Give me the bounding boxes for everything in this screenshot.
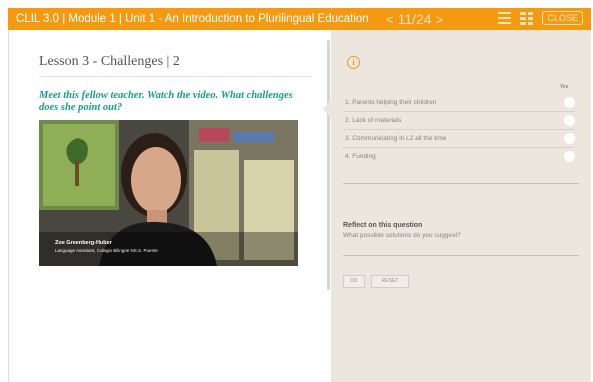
reflect-question: What possible solutions do you suggest? — [343, 232, 461, 239]
speaker-role: Language Assistant, Colegio Bilingüe NS.… — [55, 248, 158, 253]
activity-panel: i Yes 1. Parents helping their children … — [323, 30, 591, 382]
next-page-button[interactable]: > — [436, 12, 444, 27]
section-divider — [343, 183, 579, 184]
option-row: 4. Funding — [343, 148, 575, 165]
option-label: 2. Lack of materials — [345, 117, 402, 124]
app-frame: CLIL 3.0 | Module 1 | Unit 1 - An Introd… — [0, 0, 593, 382]
answer-input[interactable] — [343, 255, 579, 256]
ok-button[interactable]: OK — [343, 275, 365, 288]
menu-icon[interactable] — [498, 12, 512, 24]
option-radio[interactable] — [564, 151, 575, 162]
reflect-title: Reflect on this question — [343, 222, 423, 229]
reset-button[interactable]: RESET — [371, 275, 409, 288]
panel-pointer — [323, 100, 331, 118]
top-bar: CLIL 3.0 | Module 1 | Unit 1 - An Introd… — [8, 8, 591, 30]
option-label: 3. Communicating in L2 all the time — [345, 135, 447, 142]
video-player[interactable]: Zoe Greenberg-Huber Language Assistant, … — [39, 120, 298, 266]
option-row: 1. Parents helping their children — [343, 94, 575, 112]
title-divider — [39, 76, 311, 77]
option-radio[interactable] — [564, 133, 575, 144]
info-icon[interactable]: i — [347, 56, 360, 69]
option-row: 3. Communicating in L2 all the time — [343, 130, 575, 148]
close-button[interactable]: CLOSE — [542, 11, 583, 25]
yes-column-header: Yes — [560, 84, 569, 90]
index-icon[interactable] — [520, 12, 534, 25]
page-indicator: 11/24 — [397, 11, 432, 27]
option-radio[interactable] — [564, 115, 575, 126]
option-label: 4. Funding — [345, 153, 376, 160]
top-actions: CLOSE — [498, 11, 583, 25]
lesson-prompt: Meet this fellow teacher. Watch the vide… — [39, 90, 293, 113]
option-label: 1. Parents helping their children — [345, 99, 437, 106]
lesson-scrollbar[interactable] — [327, 40, 330, 290]
lesson-pane: Lesson 3 - Challenges | 2 Meet this fell… — [8, 30, 330, 382]
option-radio[interactable] — [564, 97, 575, 108]
challenge-options: 1. Parents helping their children 2. Lac… — [343, 94, 575, 165]
lesson-title: Lesson 3 - Challenges | 2 — [39, 54, 180, 69]
page-navigator: < 11/24 > — [386, 8, 443, 30]
course-title: CLIL 3.0 | Module 1 | Unit 1 - An Introd… — [16, 13, 369, 25]
prev-page-button[interactable]: < — [386, 12, 394, 27]
speaker-name: Zoe Greenberg-Huber — [55, 240, 112, 246]
option-row: 2. Lack of materials — [343, 112, 575, 130]
